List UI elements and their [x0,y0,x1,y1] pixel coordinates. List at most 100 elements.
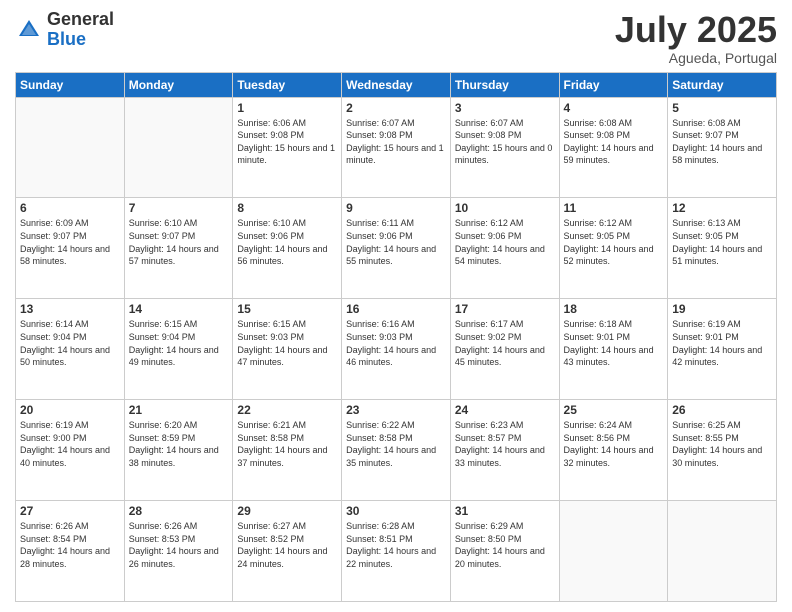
day-number: 14 [129,302,229,316]
day-number: 24 [455,403,555,417]
day-number: 25 [564,403,664,417]
day-number: 15 [237,302,337,316]
day-info: Sunrise: 6:10 AM Sunset: 9:07 PM Dayligh… [129,217,229,267]
day-info: Sunrise: 6:07 AM Sunset: 9:08 PM Dayligh… [346,117,446,167]
day-number: 20 [20,403,120,417]
day-number: 5 [672,101,772,115]
calendar-cell: 8 Sunrise: 6:10 AM Sunset: 9:06 PM Daylig… [233,198,342,299]
calendar-cell [16,97,125,198]
day-info: Sunrise: 6:13 AM Sunset: 9:05 PM Dayligh… [672,217,772,267]
day-info: Sunrise: 6:25 AM Sunset: 8:55 PM Dayligh… [672,419,772,469]
day-number: 2 [346,101,446,115]
calendar-week-row: 6Sunrise: 6:09 AM Sunset: 9:07 PM Daylig… [16,198,777,299]
day-number: 28 [129,504,229,518]
calendar-cell: 28 Sunrise: 6:26 AM Sunset: 8:53 PM Dayli… [124,501,233,602]
day-info: Sunrise: 6:15 AM Sunset: 9:03 PM Dayligh… [237,318,337,368]
calendar-cell: 10 Sunrise: 6:12 AM Sunset: 9:06 PM Dayli… [450,198,559,299]
day-number: 7 [129,201,229,215]
calendar-cell: 24Sunrise: 6:23 AM Sunset: 8:57 PM Dayli… [450,400,559,501]
calendar-cell: 4 Sunrise: 6:08 AM Sunset: 9:08 PM Daylig… [559,97,668,198]
day-number: 3 [455,101,555,115]
day-info: Sunrise: 6:18 AM Sunset: 9:01 PM Dayligh… [564,318,664,368]
day-info: Sunrise: 6:27 AM Sunset: 8:52 PM Dayligh… [237,520,337,570]
day-info: Sunrise: 6:16 AM Sunset: 9:03 PM Dayligh… [346,318,446,368]
calendar-cell: 23 Sunrise: 6:22 AM Sunset: 8:58 PM Dayli… [342,400,451,501]
weekday-header: Friday [559,72,668,97]
day-info: Sunrise: 6:28 AM Sunset: 8:51 PM Dayligh… [346,520,446,570]
calendar-week-row: 1 Sunrise: 6:06 AM Sunset: 9:08 PM Daylig… [16,97,777,198]
weekday-header: Saturday [668,72,777,97]
calendar-cell [668,501,777,602]
day-info: Sunrise: 6:11 AM Sunset: 9:06 PM Dayligh… [346,217,446,267]
day-number: 4 [564,101,664,115]
calendar-cell: 7 Sunrise: 6:10 AM Sunset: 9:07 PM Daylig… [124,198,233,299]
day-info: Sunrise: 6:22 AM Sunset: 8:58 PM Dayligh… [346,419,446,469]
day-number: 23 [346,403,446,417]
calendar-cell: 12 Sunrise: 6:13 AM Sunset: 9:05 PM Dayli… [668,198,777,299]
calendar-cell: 9 Sunrise: 6:11 AM Sunset: 9:06 PM Daylig… [342,198,451,299]
calendar-week-row: 20Sunrise: 6:19 AM Sunset: 9:00 PM Dayli… [16,400,777,501]
main-title: July 2025 [615,10,777,50]
day-number: 12 [672,201,772,215]
day-number: 18 [564,302,664,316]
page: General Blue July 2025 Agueda, Portugal … [0,0,792,612]
calendar-cell: 25 Sunrise: 6:24 AM Sunset: 8:56 PM Dayli… [559,400,668,501]
day-info: Sunrise: 6:15 AM Sunset: 9:04 PM Dayligh… [129,318,229,368]
day-number: 30 [346,504,446,518]
day-info: Sunrise: 6:26 AM Sunset: 8:53 PM Dayligh… [129,520,229,570]
calendar-cell: 6Sunrise: 6:09 AM Sunset: 9:07 PM Daylig… [16,198,125,299]
day-info: Sunrise: 6:09 AM Sunset: 9:07 PM Dayligh… [20,217,120,267]
day-info: Sunrise: 6:10 AM Sunset: 9:06 PM Dayligh… [237,217,337,267]
calendar-cell [124,97,233,198]
day-number: 21 [129,403,229,417]
calendar-cell: 11Sunrise: 6:12 AM Sunset: 9:05 PM Dayli… [559,198,668,299]
logo-icon [15,16,43,44]
calendar-cell: 21 Sunrise: 6:20 AM Sunset: 8:59 PM Dayli… [124,400,233,501]
calendar-cell: 5 Sunrise: 6:08 AM Sunset: 9:07 PM Daylig… [668,97,777,198]
subtitle: Agueda, Portugal [615,50,777,66]
day-info: Sunrise: 6:08 AM Sunset: 9:07 PM Dayligh… [672,117,772,167]
calendar-cell: 14 Sunrise: 6:15 AM Sunset: 9:04 PM Dayli… [124,299,233,400]
weekday-header: Sunday [16,72,125,97]
day-number: 10 [455,201,555,215]
title-block: July 2025 Agueda, Portugal [615,10,777,66]
day-number: 16 [346,302,446,316]
day-number: 22 [237,403,337,417]
day-number: 8 [237,201,337,215]
day-number: 29 [237,504,337,518]
calendar-cell: 30 Sunrise: 6:28 AM Sunset: 8:51 PM Dayli… [342,501,451,602]
calendar-cell: 16 Sunrise: 6:16 AM Sunset: 9:03 PM Dayli… [342,299,451,400]
calendar-cell: 1 Sunrise: 6:06 AM Sunset: 9:08 PM Daylig… [233,97,342,198]
weekday-header: Monday [124,72,233,97]
day-info: Sunrise: 6:08 AM Sunset: 9:08 PM Dayligh… [564,117,664,167]
day-info: Sunrise: 6:29 AM Sunset: 8:50 PM Dayligh… [455,520,555,570]
calendar-cell: 17Sunrise: 6:17 AM Sunset: 9:02 PM Dayli… [450,299,559,400]
calendar: SundayMondayTuesdayWednesdayThursdayFrid… [15,72,777,602]
day-info: Sunrise: 6:12 AM Sunset: 9:05 PM Dayligh… [564,217,664,267]
logo-text: General Blue [47,10,114,50]
weekday-header-row: SundayMondayTuesdayWednesdayThursdayFrid… [16,72,777,97]
logo: General Blue [15,10,114,50]
calendar-cell [559,501,668,602]
day-info: Sunrise: 6:20 AM Sunset: 8:59 PM Dayligh… [129,419,229,469]
day-info: Sunrise: 6:07 AM Sunset: 9:08 PM Dayligh… [455,117,555,167]
day-number: 1 [237,101,337,115]
day-info: Sunrise: 6:12 AM Sunset: 9:06 PM Dayligh… [455,217,555,267]
logo-general: General [47,10,114,30]
day-info: Sunrise: 6:06 AM Sunset: 9:08 PM Dayligh… [237,117,337,167]
calendar-cell: 26Sunrise: 6:25 AM Sunset: 8:55 PM Dayli… [668,400,777,501]
day-number: 9 [346,201,446,215]
day-info: Sunrise: 6:19 AM Sunset: 9:01 PM Dayligh… [672,318,772,368]
day-number: 19 [672,302,772,316]
header: General Blue July 2025 Agueda, Portugal [15,10,777,66]
calendar-cell: 20Sunrise: 6:19 AM Sunset: 9:00 PM Dayli… [16,400,125,501]
day-info: Sunrise: 6:24 AM Sunset: 8:56 PM Dayligh… [564,419,664,469]
day-info: Sunrise: 6:21 AM Sunset: 8:58 PM Dayligh… [237,419,337,469]
calendar-week-row: 27Sunrise: 6:26 AM Sunset: 8:54 PM Dayli… [16,501,777,602]
calendar-cell: 22 Sunrise: 6:21 AM Sunset: 8:58 PM Dayli… [233,400,342,501]
day-number: 27 [20,504,120,518]
logo-blue: Blue [47,30,114,50]
calendar-cell: 27Sunrise: 6:26 AM Sunset: 8:54 PM Dayli… [16,501,125,602]
calendar-cell: 13Sunrise: 6:14 AM Sunset: 9:04 PM Dayli… [16,299,125,400]
calendar-cell: 29 Sunrise: 6:27 AM Sunset: 8:52 PM Dayli… [233,501,342,602]
